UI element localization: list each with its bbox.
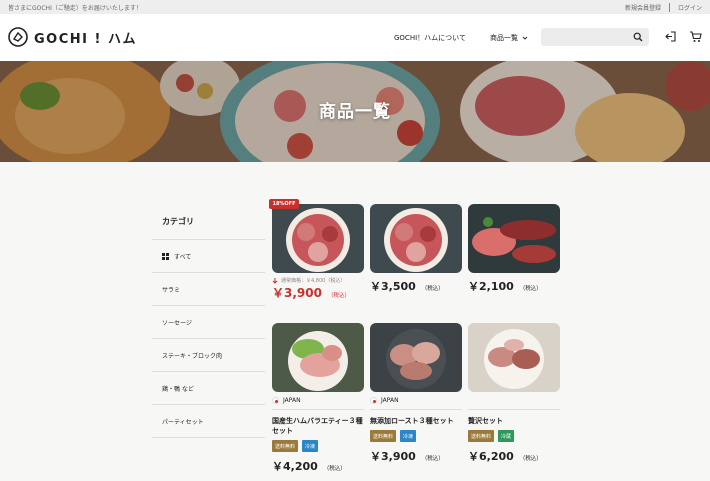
tax-label: （税込） xyxy=(519,286,542,292)
product-name[interactable]: 贅沢セット xyxy=(468,416,560,426)
tag-free-shipping: 送料無料 xyxy=(468,430,495,442)
category-item-salami[interactable]: サラミ xyxy=(152,273,265,306)
register-link[interactable]: 新規会員登録 xyxy=(625,3,661,12)
product-tags: 送料無料 冷凍 xyxy=(272,440,364,452)
product-card[interactable]: ￥2,100 （税込） xyxy=(468,204,560,294)
origin-row xyxy=(468,392,560,410)
japan-flag-icon xyxy=(272,397,279,404)
tag-frozen: 冷凍 xyxy=(400,430,417,442)
category-item-sausage[interactable]: ソーセージ xyxy=(152,306,265,339)
nav-about-label: GOCHI！ハムについて xyxy=(394,34,466,42)
chevron-down-icon xyxy=(522,36,528,40)
product-photo xyxy=(272,323,364,392)
product-name[interactable]: 無添加ロースト３種セット xyxy=(370,416,462,426)
tax-label: （税込） xyxy=(327,293,350,299)
price-value: ￥6,200 xyxy=(468,450,514,463)
product-price: ￥4,200 （税込） xyxy=(272,458,364,474)
tax-label: （税込） xyxy=(421,456,444,462)
origin-label: JAPAN xyxy=(283,397,301,404)
search-input[interactable] xyxy=(541,28,649,46)
product-image[interactable] xyxy=(468,323,560,392)
product-photo xyxy=(468,323,560,392)
account-links: 新規会員登録 ログイン xyxy=(625,2,702,12)
product-price: ￥3,500 （税込） xyxy=(370,278,462,294)
category-item-all[interactable]: すべて xyxy=(152,240,265,273)
category-label: すべて xyxy=(174,253,192,261)
price-value: ￥2,100 xyxy=(468,280,514,293)
price-value: ￥3,900 xyxy=(272,286,322,300)
category-label: パーティセット xyxy=(162,418,204,426)
category-sidebar: カテゴリ すべて サラミ ソーセージ ステーキ・ブロック肉 鶏・鴨 など パーテ… xyxy=(152,200,265,438)
tag-free-shipping: 送料無料 xyxy=(370,430,397,442)
product-card[interactable]: 贅沢セット 送料無料 冷蔵 ￥6,200 （税込） xyxy=(468,323,560,464)
product-image[interactable] xyxy=(370,204,462,273)
page-title: 商品一覧 xyxy=(319,102,391,122)
login-icon[interactable] xyxy=(664,30,677,43)
divider xyxy=(668,2,670,12)
product-photo xyxy=(272,204,364,273)
price-value: ￥4,200 xyxy=(272,460,318,473)
nav-products[interactable]: 商品一覧 xyxy=(490,33,528,43)
category-item-party[interactable]: パーティセット xyxy=(152,405,265,438)
category-label: 鶏・鴨 など xyxy=(162,385,194,393)
origin-label: JAPAN xyxy=(381,397,399,404)
product-image[interactable] xyxy=(370,323,462,392)
category-item-poultry[interactable]: 鶏・鴨 など xyxy=(152,372,265,405)
product-price: ￥6,200 （税込） xyxy=(468,448,560,464)
logo[interactable]: GOCHI ! ハム xyxy=(8,27,137,47)
tag-refrigerated: 冷蔵 xyxy=(498,430,515,442)
category-label: ソーセージ xyxy=(162,319,192,327)
product-photo xyxy=(370,204,462,273)
japan-flag-icon xyxy=(370,397,377,404)
nav-about[interactable]: GOCHI！ハムについて xyxy=(394,33,466,43)
grid-icon xyxy=(162,252,169,260)
price-value: ￥3,900 xyxy=(370,450,416,463)
price-value: ￥3,500 xyxy=(370,280,416,293)
product-price: ￥3,900 （税込） xyxy=(272,284,364,301)
category-item-steak[interactable]: ステーキ・ブロック肉 xyxy=(152,339,265,372)
tax-label: （税込） xyxy=(421,286,444,292)
login-link[interactable]: ログイン xyxy=(678,3,702,12)
logo-mark-icon xyxy=(8,27,28,47)
product-tags: 送料無料 冷凍 xyxy=(370,430,462,442)
product-photo xyxy=(468,204,560,273)
site-header: GOCHI ! ハム GOCHI！ハムについて 商品一覧 xyxy=(0,14,710,61)
origin-row: JAPAN xyxy=(272,392,364,410)
search-icon[interactable] xyxy=(633,32,643,42)
nav-products-label: 商品一覧 xyxy=(489,34,518,42)
cart-icon[interactable] xyxy=(689,30,702,43)
product-price: ￥2,100 （税込） xyxy=(468,278,560,294)
hero-banner: 商品一覧 xyxy=(0,61,710,162)
regular-price-text: 通常価格：￥4,800（税込） xyxy=(281,278,346,284)
main-nav: GOCHI！ハムについて 商品一覧 xyxy=(394,33,528,43)
announcement-text: 皆さまにGOCHI（ご馳走）をお届けいたします！ xyxy=(8,4,142,12)
origin-row: JAPAN xyxy=(370,392,462,410)
product-photo xyxy=(370,323,462,392)
product-image[interactable] xyxy=(272,204,364,273)
arrow-down-icon xyxy=(272,277,278,284)
discount-badge: 18%OFF xyxy=(269,199,299,209)
product-card[interactable]: ￥3,500 （税込） xyxy=(370,204,462,294)
product-card[interactable]: JAPAN 無添加ロースト３種セット 送料無料 冷凍 ￥3,900 （税込） xyxy=(370,323,462,464)
product-tags: 送料無料 冷蔵 xyxy=(468,430,560,442)
product-image[interactable] xyxy=(468,204,560,273)
category-label: ステーキ・ブロック肉 xyxy=(162,352,223,360)
tax-label: （税込） xyxy=(323,466,346,472)
tag-free-shipping: 送料無料 xyxy=(272,440,299,452)
product-name[interactable]: 国産生ハムバラエティー３種セット xyxy=(272,416,364,436)
regular-price: 通常価格：￥4,800（税込） xyxy=(272,277,364,284)
product-image[interactable] xyxy=(272,323,364,392)
product-card[interactable]: 通常価格：￥4,800（税込） ￥3,900 （税込） xyxy=(272,204,364,301)
product-price: ￥3,900 （税込） xyxy=(370,448,462,464)
category-label: サラミ xyxy=(162,286,181,294)
category-heading: カテゴリ xyxy=(152,200,265,240)
product-card[interactable]: JAPAN 国産生ハムバラエティー３種セット 送料無料 冷凍 ￥4,200 （税込… xyxy=(272,323,364,474)
top-announcement-bar: 皆さまにGOCHI（ご馳走）をお届けいたします！ 新規会員登録 ログイン xyxy=(0,0,710,14)
logo-text: GOCHI ! ハム xyxy=(34,31,137,47)
tax-label: （税込） xyxy=(519,456,542,462)
tag-frozen: 冷凍 xyxy=(302,440,319,452)
